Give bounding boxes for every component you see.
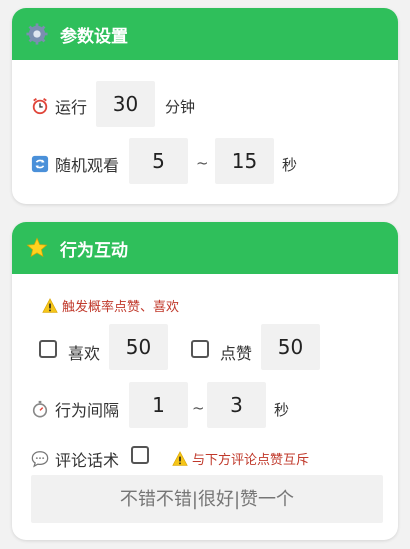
probability-warning-text: 触发概率点赞、喜欢 bbox=[62, 300, 180, 315]
like-checkbox[interactable] bbox=[39, 340, 57, 358]
random-watch-row: 随机观看 bbox=[31, 152, 119, 176]
refresh-icon bbox=[31, 155, 49, 173]
behavior-card: 行为互动 触发概率点赞、喜欢 喜欢 50 点赞 50 行为间隔 1 ~ 3 秒 bbox=[12, 222, 398, 540]
run-minutes-input[interactable]: 30 bbox=[96, 81, 155, 127]
params-card-title: 参数设置 bbox=[60, 26, 128, 47]
behavior-card-title: 行为互动 bbox=[60, 240, 128, 261]
random-watch-max-input[interactable]: 15 bbox=[215, 138, 274, 184]
star-icon bbox=[26, 237, 48, 259]
comment-row: 评论话术 bbox=[31, 447, 119, 471]
warning-icon bbox=[42, 297, 58, 314]
interval-min-input[interactable]: 1 bbox=[129, 382, 188, 428]
thumbs-up-label: 点赞 bbox=[220, 344, 253, 363]
interval-unit: 秒 bbox=[274, 401, 290, 419]
run-label: 运行 bbox=[55, 98, 88, 117]
interval-row: 行为间隔 bbox=[31, 397, 119, 421]
run-unit: 分钟 bbox=[165, 98, 196, 116]
comment-phrases-input[interactable] bbox=[31, 475, 383, 523]
probability-warning: 触发概率点赞、喜欢 bbox=[42, 296, 179, 315]
comment-exclusive-warning-text: 与下方评论点赞互斥 bbox=[192, 453, 310, 468]
interval-max-input[interactable]: 3 bbox=[207, 382, 266, 428]
interval-label: 行为间隔 bbox=[55, 401, 120, 420]
warning-icon bbox=[172, 450, 188, 467]
comment-checkbox[interactable] bbox=[131, 446, 149, 464]
stopwatch-icon bbox=[31, 400, 49, 418]
random-watch-min-input[interactable]: 5 bbox=[129, 138, 188, 184]
comment-label: 评论话术 bbox=[55, 451, 120, 470]
params-card-header: 参数设置 bbox=[12, 8, 398, 60]
params-card: 参数设置 运行 30 分钟 随机观看 5 ~ 15 秒 bbox=[12, 8, 398, 204]
like-probability-input[interactable]: 50 bbox=[109, 324, 168, 370]
gear-icon bbox=[26, 23, 48, 45]
interval-tilde: ~ bbox=[192, 399, 205, 417]
like-label: 喜欢 bbox=[68, 344, 101, 363]
run-row: 运行 bbox=[31, 94, 87, 118]
random-watch-unit: 秒 bbox=[282, 156, 298, 174]
thumbs-up-probability-input[interactable]: 50 bbox=[261, 324, 320, 370]
random-watch-tilde: ~ bbox=[196, 154, 209, 172]
comment-exclusive-warning: 与下方评论点赞互斥 bbox=[172, 449, 309, 468]
speech-bubble-icon bbox=[31, 450, 49, 468]
random-watch-label: 随机观看 bbox=[55, 156, 120, 175]
thumbs-up-checkbox[interactable] bbox=[191, 340, 209, 358]
behavior-card-header: 行为互动 bbox=[12, 222, 398, 274]
alarm-clock-icon bbox=[31, 97, 49, 115]
